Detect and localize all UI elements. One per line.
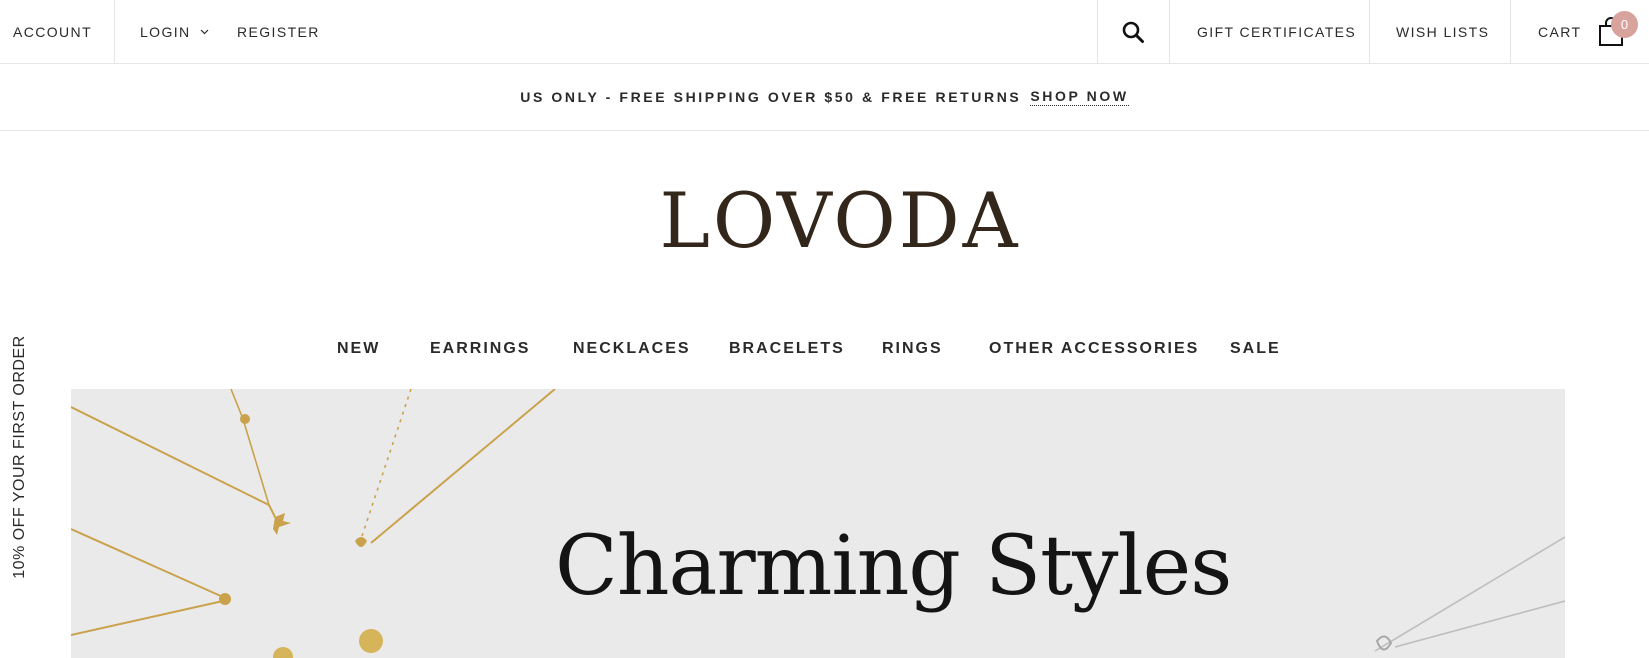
nav-item-bracelets[interactable]: BRACELETS: [729, 340, 845, 358]
login-label: LOGIN: [140, 23, 191, 40]
nav-item-new[interactable]: NEW: [337, 340, 380, 358]
wish-lists-link[interactable]: WISH LISTS: [1396, 0, 1489, 63]
site-logo[interactable]: LOVODA: [0, 176, 1649, 266]
hero-banner[interactable]: Charming Styles: [71, 389, 1565, 658]
divider: [1169, 0, 1170, 63]
chevron-down-icon: [200, 29, 209, 35]
nav-item-other-accessories[interactable]: OTHER ACCESSORIES: [989, 340, 1199, 358]
cart-count-badge[interactable]: 0: [1611, 11, 1638, 38]
account-link[interactable]: ACCOUNT: [13, 0, 92, 63]
nav-item-rings[interactable]: RINGS: [882, 340, 943, 358]
search-button[interactable]: [1097, 0, 1169, 63]
divider: [1510, 0, 1511, 63]
login-dropdown[interactable]: LOGIN: [140, 0, 209, 63]
shop-now-link[interactable]: SHOP NOW: [1030, 88, 1129, 106]
announcement-text: US ONLY - FREE SHIPPING OVER $50 & FREE …: [520, 89, 1022, 105]
nav-item-earrings[interactable]: EARRINGS: [430, 340, 530, 358]
cart-link[interactable]: CART: [1538, 0, 1581, 63]
top-bar: ACCOUNT LOGIN REGISTER GIFT CERTIFICATES…: [0, 0, 1649, 64]
hero-title: Charming Styles: [555, 519, 1232, 614]
side-tab-label: 10% OFF YOUR FIRST ORDER: [11, 335, 28, 579]
main-nav: NEW EARRINGS NECKLACES BRACELETS RINGS O…: [0, 340, 1649, 376]
register-link[interactable]: REGISTER: [237, 0, 320, 63]
nav-item-necklaces[interactable]: NECKLACES: [573, 340, 691, 358]
divider: [1369, 0, 1370, 63]
search-icon: [1122, 21, 1144, 43]
announcement-bar: US ONLY - FREE SHIPPING OVER $50 & FREE …: [0, 64, 1649, 131]
gift-certificates-link[interactable]: GIFT CERTIFICATES: [1197, 0, 1356, 63]
first-order-discount-tab[interactable]: 10% OFF YOUR FIRST ORDER: [6, 334, 34, 580]
divider: [114, 0, 115, 63]
nav-item-sale[interactable]: SALE: [1230, 340, 1281, 358]
